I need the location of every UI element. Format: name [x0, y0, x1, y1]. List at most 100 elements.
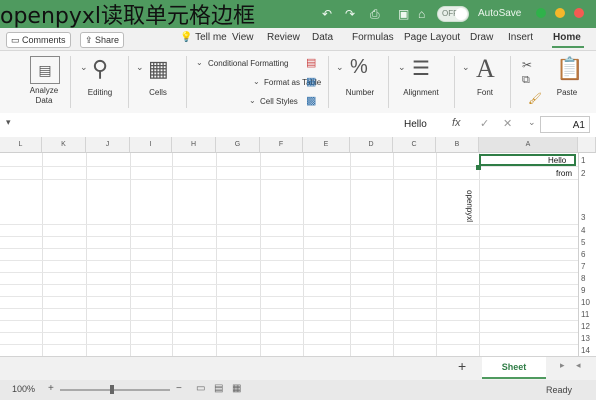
formula-expand-icon[interactable]: ▾	[6, 117, 11, 128]
row-header-12[interactable]: 12	[578, 322, 596, 331]
row-header-1[interactable]: 1	[578, 156, 596, 165]
page-break-view-icon[interactable]: ▤	[214, 383, 223, 394]
number-dropdown-icon[interactable]: ⌄	[336, 62, 344, 73]
name-box-dropdown-icon[interactable]: ⌄	[528, 117, 536, 128]
column-header-l[interactable]: L	[0, 137, 42, 153]
analyze-data-icon[interactable]: ▤	[30, 56, 60, 84]
column-header-h[interactable]: H	[172, 137, 216, 153]
row-header-4[interactable]: 4	[578, 226, 596, 235]
tab-page-layout[interactable]: Page Layout	[404, 32, 460, 43]
tab-view[interactable]: View	[232, 32, 254, 43]
grid-line	[0, 332, 578, 333]
zoom-slider-knob[interactable]	[110, 385, 114, 394]
conditional-formatting-dropdown-icon[interactable]: ⌄	[196, 58, 203, 67]
cut-icon[interactable]: ✂	[522, 58, 532, 72]
tab-data[interactable]: Data	[312, 32, 333, 43]
share-button[interactable]: ⇪ Share	[80, 32, 125, 48]
column-header-a[interactable]: A	[479, 137, 578, 153]
tab-insert[interactable]: Insert	[508, 32, 533, 43]
column-header-e[interactable]: E	[303, 137, 350, 153]
row-header-14[interactable]: 14	[578, 346, 596, 355]
row-header-9[interactable]: 9	[578, 286, 596, 295]
ribbon-separator	[510, 56, 511, 108]
column-header-g[interactable]: G	[216, 137, 260, 153]
row-header-7[interactable]: 7	[578, 262, 596, 271]
zoom-out-icon[interactable]: −	[176, 383, 182, 394]
row-header-2[interactable]: 2	[578, 169, 596, 178]
alignment-dropdown-icon[interactable]: ⌄	[398, 62, 406, 73]
save-icon[interactable]: ▣	[398, 7, 409, 21]
home-icon[interactable]: ⌂	[418, 7, 425, 21]
cells-grid-icon[interactable]: ▦	[148, 56, 169, 82]
zoom-slider[interactable]	[60, 389, 170, 391]
search-icon[interactable]: ⚲	[92, 56, 108, 82]
name-box[interactable]: A1	[540, 116, 590, 133]
comments-button[interactable]: ▭ Comments	[6, 32, 71, 48]
alignment-label: Alignment	[403, 88, 439, 97]
percent-icon[interactable]: %	[350, 56, 368, 79]
font-dropdown-icon[interactable]: ⌄	[462, 62, 470, 73]
grid-line	[350, 153, 351, 356]
editing-dropdown-icon[interactable]: ⌄	[80, 62, 88, 73]
tab-draw[interactable]: Draw	[470, 32, 493, 43]
cells-dropdown-icon[interactable]: ⌄	[136, 62, 144, 73]
format-as-table-dropdown-icon[interactable]: ⌄	[253, 77, 260, 86]
column-header-j[interactable]: J	[86, 137, 130, 153]
page-layout-view-icon[interactable]: ▭	[196, 383, 205, 394]
undo-icon[interactable]: ↶	[322, 7, 332, 21]
column-header-c[interactable]: C	[393, 137, 436, 153]
window-close-button[interactable]	[574, 8, 584, 18]
column-header-b[interactable]: B	[436, 137, 479, 153]
cell-a2[interactable]: from	[556, 169, 572, 178]
cells-label: Cells	[149, 88, 167, 97]
cell-styles-icon[interactable]: ▩	[306, 94, 316, 107]
row-header-3[interactable]: 3	[578, 213, 596, 222]
row-header-8[interactable]: 8	[578, 274, 596, 283]
format-as-table-icon[interactable]: ▦	[306, 75, 316, 88]
cancel-icon[interactable]: ✕	[503, 117, 512, 130]
tab-review[interactable]: Review	[267, 32, 300, 43]
grid-line	[0, 248, 578, 249]
cell-styles-dropdown-icon[interactable]: ⌄	[249, 96, 256, 105]
font-a-icon[interactable]: A	[476, 54, 495, 84]
fx-icon[interactable]: fx	[452, 117, 461, 129]
tab-tell-me[interactable]: 💡 Tell me	[180, 32, 227, 43]
confirm-icon[interactable]: ✓	[480, 117, 489, 130]
cell-a3[interactable]: openpyxl	[465, 190, 474, 222]
print-icon[interactable]: ⎙	[370, 7, 380, 22]
column-header-k[interactable]: K	[42, 137, 86, 153]
column-header-i[interactable]: I	[130, 137, 172, 153]
column-header-f[interactable]: F	[260, 137, 303, 153]
cell-styles-label[interactable]: Cell Styles	[260, 97, 298, 106]
select-all-corner[interactable]	[578, 137, 596, 153]
formula-input[interactable]: Hello	[404, 119, 427, 130]
sheet-nav-prev-icon[interactable]: ◂	[576, 360, 581, 371]
align-lines-icon[interactable]: ☰	[412, 56, 430, 81]
sheet-tab[interactable]: Sheet	[482, 357, 546, 379]
fill-handle[interactable]	[476, 165, 481, 170]
ribbon-separator	[328, 56, 329, 108]
conditional-formatting-label[interactable]: Conditional Formatting	[208, 59, 288, 68]
tab-formulas[interactable]: Formulas	[352, 32, 394, 43]
format-painter-icon[interactable]: 🖌	[528, 92, 542, 105]
grid-line	[0, 272, 578, 273]
copy-icon[interactable]: ⧉	[522, 74, 530, 87]
row-header-6[interactable]: 6	[578, 250, 596, 259]
window-minimize-button[interactable]	[555, 8, 565, 18]
redo-icon[interactable]: ↷	[345, 7, 355, 21]
zoom-in-icon[interactable]: +	[48, 383, 54, 394]
overlay-title: openpyxl读取单元格边框	[0, 4, 256, 29]
sheet-nav-next-icon[interactable]: ▸	[560, 360, 565, 371]
add-sheet-button[interactable]: +	[458, 358, 466, 374]
paste-icon[interactable]: 📋	[556, 56, 583, 82]
tab-home[interactable]: Home	[553, 32, 581, 43]
autosave-toggle[interactable]: OFF	[437, 6, 469, 22]
column-header-d[interactable]: D	[350, 137, 393, 153]
row-header-13[interactable]: 13	[578, 334, 596, 343]
row-header-11[interactable]: 11	[578, 310, 596, 319]
conditional-formatting-icon[interactable]: ▤	[306, 56, 316, 69]
row-header-5[interactable]: 5	[578, 238, 596, 247]
window-zoom-button[interactable]	[536, 8, 546, 18]
row-header-10[interactable]: 10	[578, 298, 596, 307]
normal-view-icon[interactable]: ▦	[232, 383, 241, 394]
